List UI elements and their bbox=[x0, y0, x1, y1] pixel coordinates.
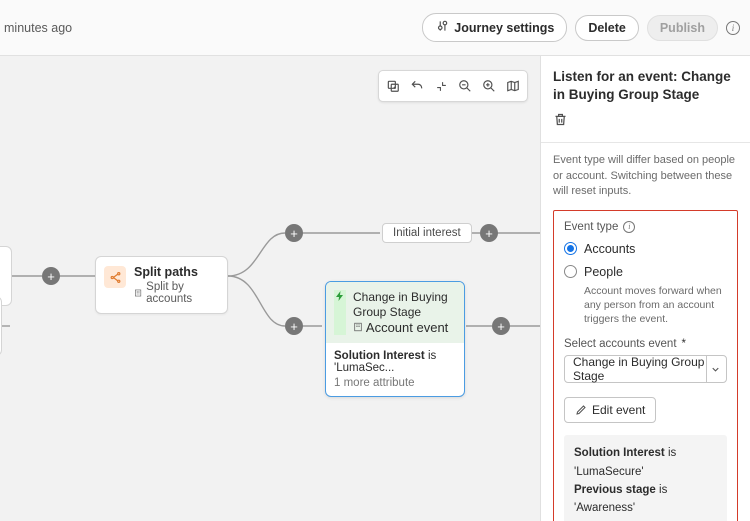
panel-hint: Event type will differ based on people o… bbox=[553, 153, 738, 199]
accounts-event-select[interactable]: Change in Buying Group Stage bbox=[564, 355, 727, 383]
publish-button: Publish bbox=[647, 15, 718, 41]
info-icon[interactable]: i bbox=[726, 21, 740, 35]
last-modified-text: minutes ago bbox=[4, 21, 72, 35]
node-title: Change in Buying Group Stage bbox=[353, 290, 456, 320]
add-node-button[interactable] bbox=[285, 317, 303, 335]
radio-icon bbox=[564, 265, 577, 278]
collapse-icon[interactable] bbox=[429, 75, 453, 97]
properties-panel: Listen for an event: Change in Buying Gr… bbox=[540, 56, 750, 521]
select-event-label: Select accounts event* bbox=[564, 338, 727, 350]
event-icon bbox=[334, 290, 346, 335]
radio-people[interactable]: People bbox=[564, 265, 727, 279]
chevron-down-icon bbox=[706, 356, 724, 382]
radio-label: People bbox=[584, 265, 623, 279]
add-node-button[interactable] bbox=[492, 317, 510, 335]
node-attribute: Solution Interest is 'LumaSec... bbox=[334, 350, 456, 374]
journey-settings-button[interactable]: Journey settings bbox=[422, 13, 567, 42]
event-type-section: Event type i Accounts People Account mov… bbox=[553, 210, 738, 521]
canvas-toolbar bbox=[378, 70, 528, 102]
delete-icon[interactable] bbox=[553, 115, 568, 130]
gear-icon bbox=[435, 19, 449, 36]
node-title: Split paths bbox=[134, 265, 217, 279]
accounts-icon bbox=[353, 322, 363, 332]
add-node-button[interactable] bbox=[42, 267, 60, 285]
journey-canvas[interactable]: Split paths Split by accounts Initial in… bbox=[0, 56, 540, 521]
pencil-icon bbox=[575, 404, 587, 416]
map-icon[interactable] bbox=[501, 75, 525, 97]
initial-interest-pill[interactable]: Initial interest bbox=[382, 223, 472, 243]
node-stub bbox=[0, 296, 2, 356]
node-subtitle: Split by accounts bbox=[134, 281, 217, 305]
select-value: Change in Buying Group Stage bbox=[573, 355, 706, 383]
change-buying-group-stage-node[interactable]: Change in Buying Group Stage Account eve… bbox=[325, 281, 465, 397]
node-more-attributes: 1 more attribute bbox=[334, 377, 456, 389]
radio-help-text: Account moves forward when any person fr… bbox=[584, 284, 727, 327]
split-icon bbox=[104, 266, 126, 288]
edit-event-button[interactable]: Edit event bbox=[564, 397, 656, 423]
zoom-out-icon[interactable] bbox=[453, 75, 477, 97]
zoom-in-icon[interactable] bbox=[477, 75, 501, 97]
radio-icon bbox=[564, 242, 577, 255]
journey-settings-label: Journey settings bbox=[454, 21, 554, 35]
node-stub bbox=[0, 246, 12, 306]
accounts-icon bbox=[134, 288, 142, 298]
radio-accounts[interactable]: Accounts bbox=[564, 242, 727, 256]
panel-title: Listen for an event: Change in Buying Gr… bbox=[553, 68, 738, 104]
duplicate-icon[interactable] bbox=[381, 75, 405, 97]
add-node-button[interactable] bbox=[285, 224, 303, 242]
radio-label: Accounts bbox=[584, 242, 635, 256]
node-subtitle: Account event bbox=[353, 320, 456, 335]
info-icon[interactable]: i bbox=[623, 221, 635, 233]
delete-button[interactable]: Delete bbox=[575, 15, 639, 41]
undo-icon[interactable] bbox=[405, 75, 429, 97]
event-type-label: Event type i bbox=[564, 221, 727, 233]
event-summary: Solution Interest is 'LumaSecure' Previo… bbox=[564, 435, 727, 521]
split-paths-node[interactable]: Split paths Split by accounts bbox=[95, 256, 228, 314]
add-node-button[interactable] bbox=[480, 224, 498, 242]
edit-event-label: Edit event bbox=[592, 403, 645, 417]
